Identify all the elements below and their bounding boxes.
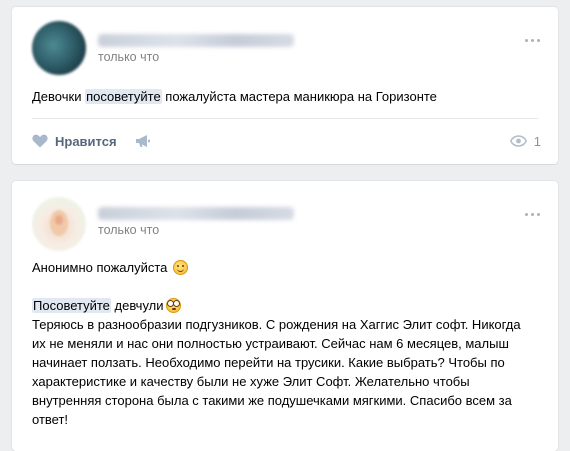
post-text: Анонимно пожалуйста Посоветуйте девчули … [32,258,528,429]
post-card: только что Анонимно пожалуйста Посоветуй… [12,181,558,451]
more-dots-icon[interactable] [522,35,542,45]
flushed-face-icon [165,298,181,313]
post-time[interactable]: только что [98,50,159,64]
post-line-anonymous: Анонимно пожалуйста [32,258,528,277]
post-line-request: Посоветуйте девчули [32,296,528,315]
more-dots-icon[interactable] [522,209,542,219]
author-name-blurred[interactable] [98,207,294,220]
post-card: только что Девочки посоветуйте пожалуйст… [12,7,558,164]
eye-icon [509,135,527,147]
post-text: Девочки посоветуйте пожалуйста мастера м… [32,89,437,104]
search-highlight: посоветуйте [85,89,162,104]
author-avatar[interactable] [32,21,86,75]
search-highlight: Посоветуйте [32,298,111,313]
smiling-face-icon [173,260,189,275]
divider [32,118,538,119]
post-time[interactable]: только что [98,223,159,237]
heart-icon [32,134,48,148]
like-button[interactable]: Нравится [32,132,117,150]
megaphone-icon[interactable] [135,134,151,148]
views-count: 1 [533,133,541,149]
views-counter: 1 [509,132,541,150]
like-label: Нравится [55,133,117,149]
author-name-blurred[interactable] [98,34,294,47]
post-paragraph: Теряюсь в разнообразии подгузников. С ро… [32,317,521,427]
author-avatar[interactable] [32,197,86,251]
